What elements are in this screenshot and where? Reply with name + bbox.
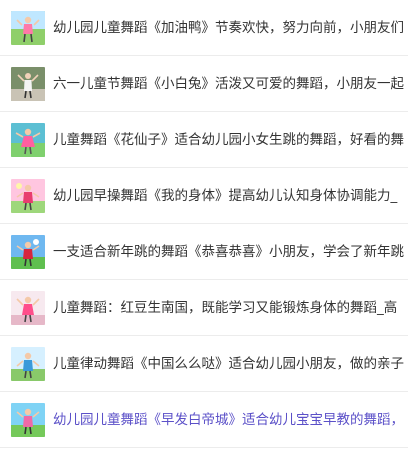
list-item[interactable]: 幼儿园儿童舞蹈《早发白帝城》适合幼儿宝宝早教的舞蹈， — [0, 392, 408, 448]
video-title[interactable]: 儿童律动舞蹈《中国么么哒》适合幼儿园小朋友，做的亲子 — [53, 336, 408, 392]
video-title[interactable]: 儿童舞蹈《花仙子》适合幼儿园小女生跳的舞蹈，好看的舞 — [53, 112, 408, 168]
video-title[interactable]: 六一儿童节舞蹈《小白兔》活泼又可爱的舞蹈，小朋友一起 — [53, 56, 408, 112]
dancing-child-thumbnail-icon — [11, 123, 45, 157]
video-thumbnail[interactable] — [11, 235, 45, 269]
video-thumbnail[interactable] — [11, 67, 45, 101]
list-item[interactable]: 儿童舞蹈《花仙子》适合幼儿园小女生跳的舞蹈，好看的舞 — [0, 112, 408, 168]
list-item[interactable]: 一支适合新年跳的舞蹈《恭喜恭喜》小朋友，学会了新年跳 — [0, 224, 408, 280]
dancing-child-thumbnail-icon — [11, 403, 45, 437]
dancing-child-thumbnail-icon — [11, 67, 45, 101]
video-thumbnail[interactable] — [11, 291, 45, 325]
video-title[interactable]: 幼儿园早操舞蹈《我的身体》提高幼儿认知身体协调能力_ — [53, 168, 408, 224]
row-divider — [0, 447, 408, 448]
video-thumbnail[interactable] — [11, 11, 45, 45]
video-list: 幼儿园儿童舞蹈《加油鸭》节奏欢快，努力向前，小朋友们 六一儿童节舞蹈《小白兔》活… — [0, 0, 408, 452]
video-title[interactable]: 儿童舞蹈：红豆生南国，既能学习又能锻炼身体的舞蹈_高 — [53, 280, 408, 336]
dancing-child-thumbnail-icon — [11, 11, 45, 45]
video-title[interactable]: 幼儿园儿童舞蹈《早发白帝城》适合幼儿宝宝早教的舞蹈， — [53, 392, 408, 448]
video-thumbnail[interactable] — [11, 179, 45, 213]
video-thumbnail[interactable] — [11, 403, 45, 437]
video-thumbnail[interactable] — [11, 347, 45, 381]
dancing-child-thumbnail-icon — [11, 291, 45, 325]
dancing-child-thumbnail-icon — [11, 347, 45, 381]
video-title[interactable]: 一支适合新年跳的舞蹈《恭喜恭喜》小朋友，学会了新年跳 — [53, 224, 408, 280]
video-title[interactable]: 幼儿园儿童舞蹈《加油鸭》节奏欢快，努力向前，小朋友们 — [53, 0, 408, 56]
dancing-child-thumbnail-icon — [11, 179, 45, 213]
list-item[interactable]: 幼儿园早操舞蹈《我的身体》提高幼儿认知身体协调能力_ — [0, 168, 408, 224]
list-item[interactable]: 六一儿童节舞蹈《小白兔》活泼又可爱的舞蹈，小朋友一起 — [0, 56, 408, 112]
list-item[interactable]: 儿童舞蹈：红豆生南国，既能学习又能锻炼身体的舞蹈_高 — [0, 280, 408, 336]
list-item[interactable]: 幼儿园儿童舞蹈《加油鸭》节奏欢快，努力向前，小朋友们 — [0, 0, 408, 56]
list-item[interactable]: 儿童律动舞蹈《中国么么哒》适合幼儿园小朋友，做的亲子 — [0, 336, 408, 392]
video-thumbnail[interactable] — [11, 123, 45, 157]
dancing-child-thumbnail-icon — [11, 235, 45, 269]
